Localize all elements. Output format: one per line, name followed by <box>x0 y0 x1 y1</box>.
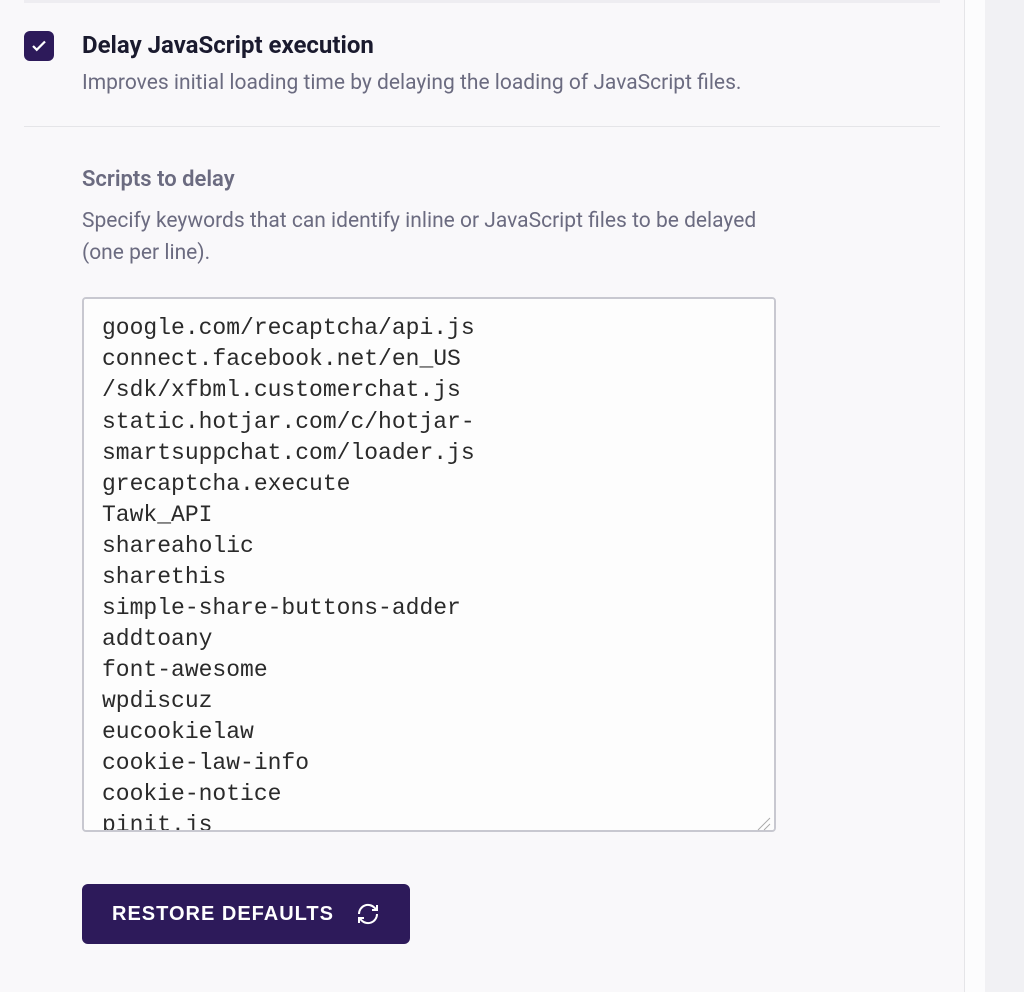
subsection-title: Scripts to delay <box>82 167 940 192</box>
restore-defaults-button[interactable]: RESTORE DEFAULTS <box>82 884 410 944</box>
refresh-icon <box>356 902 380 926</box>
delay-js-section: Delay JavaScript execution Improves init… <box>0 3 964 126</box>
textarea-container <box>82 297 776 836</box>
restore-defaults-label: RESTORE DEFAULTS <box>112 903 334 926</box>
subsection-description: Specify keywords that can identify inlin… <box>82 206 782 269</box>
section-content: Delay JavaScript execution Improves init… <box>82 31 940 98</box>
section-description: Improves initial loading time by delayin… <box>82 69 940 98</box>
delay-js-checkbox[interactable] <box>24 31 54 61</box>
page-gutter <box>985 0 1024 992</box>
section-title: Delay JavaScript execution <box>82 31 940 59</box>
panel-edge <box>965 0 985 992</box>
scripts-delay-textarea[interactable] <box>82 297 776 832</box>
button-row: RESTORE DEFAULTS <box>0 860 964 968</box>
scripts-to-delay-subsection: Scripts to delay Specify keywords that c… <box>0 127 964 860</box>
settings-panel: Delay JavaScript execution Improves init… <box>0 0 965 992</box>
checkmark-icon <box>30 37 48 55</box>
